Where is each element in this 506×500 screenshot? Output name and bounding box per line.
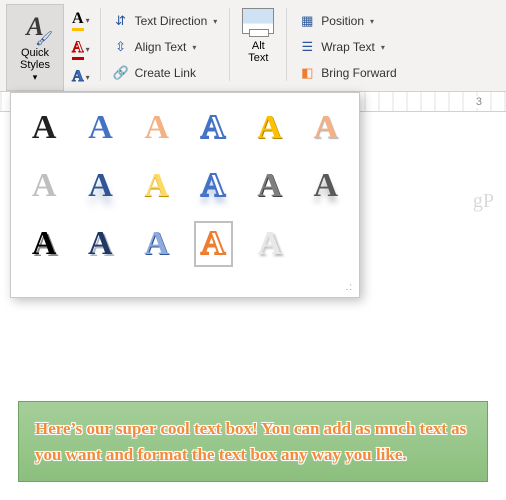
text-direction-button[interactable]: ⇵ Text Direction ▾ [107,10,224,32]
quick-styles-label: Quick Styles [20,47,50,71]
alt-text-icon [242,8,274,34]
chevron-down-icon: ▾ [370,17,374,26]
text-effects-button[interactable]: A ▾ [68,66,94,88]
bring-forward-button[interactable]: ◧ Bring Forward [293,62,402,84]
bring-forward-icon: ◧ [299,65,315,81]
style-thumbnail[interactable]: A [307,163,345,209]
text-fill-outline-effects-group: A ▾ A ▾ A ▾ [68,4,94,91]
text-fill-button[interactable]: A ▾ [68,8,94,33]
text-fill-icon: A [72,10,84,31]
style-thumbnail[interactable]: A [25,221,63,267]
style-thumbnail[interactable]: A [25,163,63,209]
chevron-down-icon: ▾ [192,43,196,52]
wrap-text-label: Wrap Text [321,40,375,54]
create-link-button[interactable]: 🔗 Create Link [107,62,224,84]
chevron-down-icon: ▾ [381,43,385,52]
style-thumbnail[interactable]: A [138,163,176,209]
ribbon-format-tab: A 🖌 Quick Styles ▾ A ▾ A ▾ A ▾ ⇵ Text Di… [0,0,506,92]
chevron-down-icon: ▾ [86,16,90,25]
quick-styles-button[interactable]: A 🖌 Quick Styles ▾ [6,4,64,91]
wrap-text-icon: ☰ [299,39,315,55]
chevron-down-icon: ▾ [86,45,90,54]
text-box-content: Here’s our super cool text box! You can … [35,419,466,464]
text-outline-button[interactable]: A ▾ [68,37,94,62]
style-thumbnail[interactable]: A [81,221,119,267]
wrap-text-button[interactable]: ☰ Wrap Text ▾ [293,36,402,58]
brush-icon: 🖌 [35,30,53,47]
align-text-icon: ⇳ [113,39,129,55]
style-thumbnail[interactable]: A [137,221,175,267]
style-thumbnail[interactable]: A [250,163,288,209]
style-thumbnail[interactable]: A [307,105,345,151]
style-thumbnail[interactable]: A [25,105,63,151]
gallery-row: AAAAA [25,221,345,267]
quick-styles-gallery: AAAAAAAAAAAAAAAAA.: [10,92,360,298]
watermark-text: gP [473,190,494,213]
text-effects-icon: A [72,68,84,86]
alt-text-label-1: Alt [252,40,265,52]
position-label: Position [321,14,364,28]
text-layout-group: ⇵ Text Direction ▾ ⇳ Align Text ▾ 🔗 Crea… [107,4,224,91]
sample-text-box[interactable]: Here’s our super cool text box! You can … [18,401,488,482]
style-thumbnail[interactable]: A [81,163,119,209]
gallery-row: AAAAAA [25,163,345,209]
text-direction-icon: ⇵ [113,13,129,29]
style-thumbnail[interactable]: A [194,163,232,209]
style-thumbnail[interactable]: A [250,105,288,151]
chevron-down-icon: ▾ [86,73,90,82]
link-icon: 🔗 [113,65,129,81]
create-link-label: Create Link [135,66,196,80]
bring-forward-label: Bring Forward [321,66,396,80]
style-thumbnail[interactable]: A [194,221,233,267]
align-text-label: Align Text [135,40,187,54]
style-thumbnail[interactable]: A [194,105,232,151]
style-thumbnail[interactable]: A [138,105,176,151]
resize-handle-icon[interactable]: .: [345,282,353,293]
position-icon: ▦ [299,13,315,29]
chevron-down-icon: ▾ [33,72,38,82]
style-thumbnail[interactable]: A [81,105,119,151]
align-text-button[interactable]: ⇳ Align Text ▾ [107,36,224,58]
text-direction-label: Text Direction [135,14,208,28]
chevron-down-icon: ▾ [213,17,217,26]
alt-text-button[interactable]: Alt Text [236,4,280,91]
gallery-spacer [307,221,345,267]
gallery-row: AAAAAA [25,105,345,151]
alt-text-label-2: Text [248,52,268,64]
arrange-group: ▦ Position ▾ ☰ Wrap Text ▾ ◧ Bring Forwa… [293,4,402,91]
position-button[interactable]: ▦ Position ▾ [293,10,402,32]
quick-styles-icon: A 🖌 [15,9,55,45]
ruler-mark: 3 [472,96,486,108]
text-outline-icon: A [72,39,84,60]
style-thumbnail[interactable]: A [251,221,289,267]
